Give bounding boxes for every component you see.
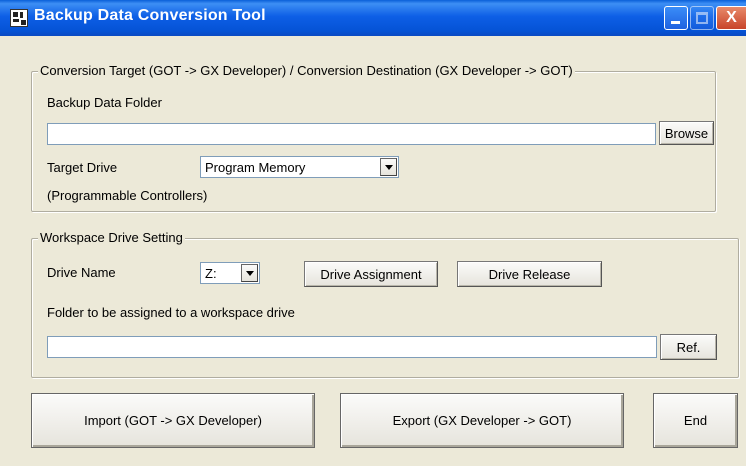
target-drive-label: Target Drive (47, 160, 118, 175)
drive-name-value: Z: (205, 266, 217, 281)
minimize-icon (671, 21, 680, 24)
chevron-down-icon[interactable] (380, 158, 397, 176)
minimize-button[interactable] (664, 6, 688, 30)
app-icon (10, 9, 28, 27)
close-icon: X (726, 9, 737, 26)
backup-folder-input[interactable] (47, 123, 656, 145)
chevron-down-icon[interactable] (241, 264, 258, 282)
conversion-group: Conversion Target (GOT -> GX Developer) … (31, 63, 716, 212)
workspace-group: Workspace Drive Setting Drive Name Z: Dr… (31, 230, 739, 378)
drive-name-label: Drive Name (47, 265, 116, 280)
workspace-group-legend: Workspace Drive Setting (38, 230, 185, 245)
target-drive-select[interactable]: Program Memory (200, 156, 399, 178)
target-drive-value: Program Memory (205, 160, 306, 175)
main-window: Backup Data Conversion Tool X Conversion… (0, 0, 746, 466)
workspace-folder-label: Folder to be assigned to a workspace dri… (47, 305, 295, 320)
workspace-folder-input[interactable] (47, 336, 657, 358)
maximize-button[interactable] (690, 6, 714, 30)
drive-assignment-button[interactable]: Drive Assignment (304, 261, 438, 287)
backup-folder-label: Backup Data Folder (47, 95, 162, 110)
ref-button[interactable]: Ref. (660, 334, 717, 360)
end-button[interactable]: End (653, 393, 738, 448)
browse-button[interactable]: Browse (659, 121, 714, 145)
drive-name-select[interactable]: Z: (200, 262, 260, 284)
export-button[interactable]: Export (GX Developer -> GOT) (340, 393, 624, 448)
maximize-icon (696, 12, 708, 24)
title-bar[interactable]: Backup Data Conversion Tool X (0, 0, 746, 36)
close-button[interactable]: X (716, 6, 746, 30)
window-title: Backup Data Conversion Tool (34, 7, 266, 24)
import-button[interactable]: Import (GOT -> GX Developer) (31, 393, 315, 448)
conversion-group-legend: Conversion Target (GOT -> GX Developer) … (38, 63, 575, 78)
drive-release-button[interactable]: Drive Release (457, 261, 602, 287)
target-drive-note: (Programmable Controllers) (47, 188, 208, 203)
